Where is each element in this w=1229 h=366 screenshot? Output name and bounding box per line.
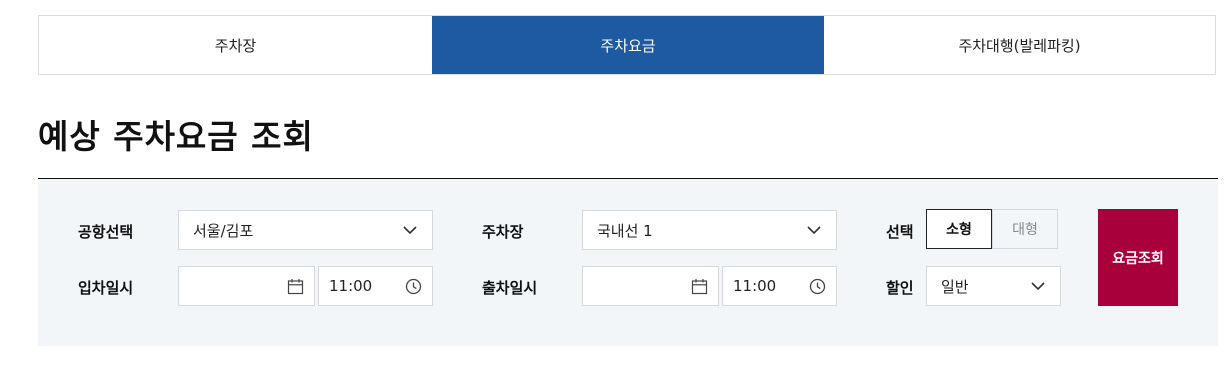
discount-label: 할인	[886, 279, 914, 297]
entry-datetime-label: 입차일시	[78, 279, 134, 297]
car-type-label: 선택	[886, 223, 914, 241]
airport-label: 공항선택	[78, 223, 134, 241]
airport-select[interactable]: 서울/김포	[178, 210, 433, 250]
entry-time-value: 11:00	[329, 277, 373, 295]
exit-datetime-label: 출차일시	[482, 279, 538, 297]
exit-time-value: 11:00	[733, 277, 777, 295]
parking-lot-select[interactable]: 국내선 1	[582, 210, 837, 250]
tab-parking[interactable]: 주차장	[39, 16, 432, 74]
exit-time-input[interactable]: 11:00	[722, 266, 837, 306]
car-type-small-option[interactable]: 소형	[926, 209, 992, 249]
calendar-icon	[287, 279, 304, 295]
clock-icon	[809, 278, 826, 295]
fee-search-panel	[38, 178, 1218, 346]
entry-time-input[interactable]: 11:00	[318, 266, 433, 306]
fee-search-button[interactable]: 요금조회	[1098, 209, 1178, 306]
tab-valet-parking[interactable]: 주차대행(발레파킹)	[824, 16, 1215, 74]
discount-select[interactable]: 일반	[926, 266, 1061, 306]
tab-parking-fee[interactable]: 주차요금	[432, 16, 824, 74]
page-title: 예상 주차요금 조회	[38, 117, 314, 156]
airport-select-value: 서울/김포	[193, 221, 254, 240]
clock-icon	[405, 278, 422, 295]
parking-lot-label: 주차장	[482, 223, 524, 241]
calendar-icon	[691, 279, 708, 295]
parking-lot-select-value: 국내선 1	[597, 221, 653, 240]
discount-select-value: 일반	[941, 277, 969, 296]
exit-date-input[interactable]	[582, 266, 719, 306]
chevron-down-icon	[1031, 282, 1045, 291]
car-type-large-option[interactable]: 대형	[992, 209, 1058, 249]
entry-date-input[interactable]	[178, 266, 315, 306]
chevron-down-icon	[807, 226, 821, 235]
tab-bar: 주차장 주차요금 주차대행(발레파킹)	[38, 15, 1216, 75]
chevron-down-icon	[403, 226, 417, 235]
